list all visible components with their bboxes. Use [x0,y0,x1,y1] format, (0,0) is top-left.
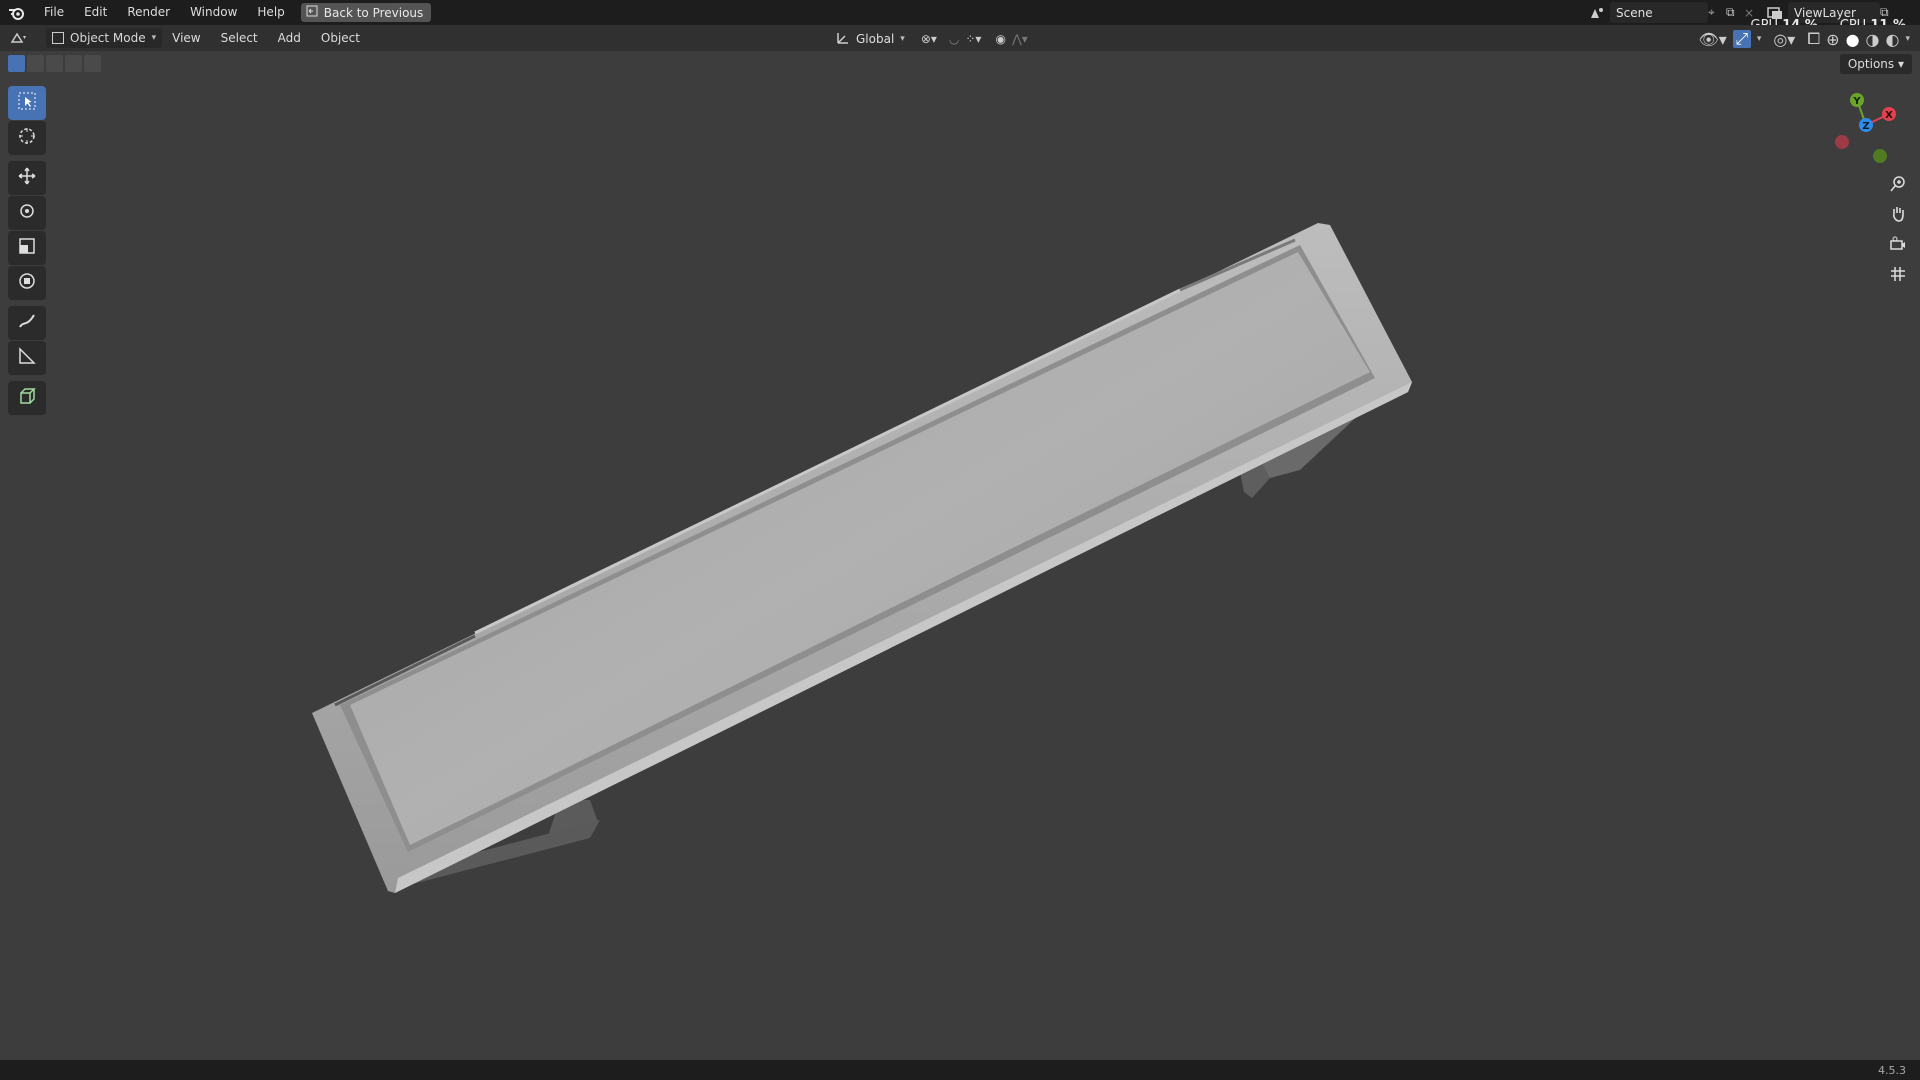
version-label: 4.5.3 [1878,1064,1906,1077]
viewport-3d-object[interactable] [0,0,1920,1080]
top-surface [350,252,1370,845]
status-bar: 4.5.3 [0,1060,1920,1080]
